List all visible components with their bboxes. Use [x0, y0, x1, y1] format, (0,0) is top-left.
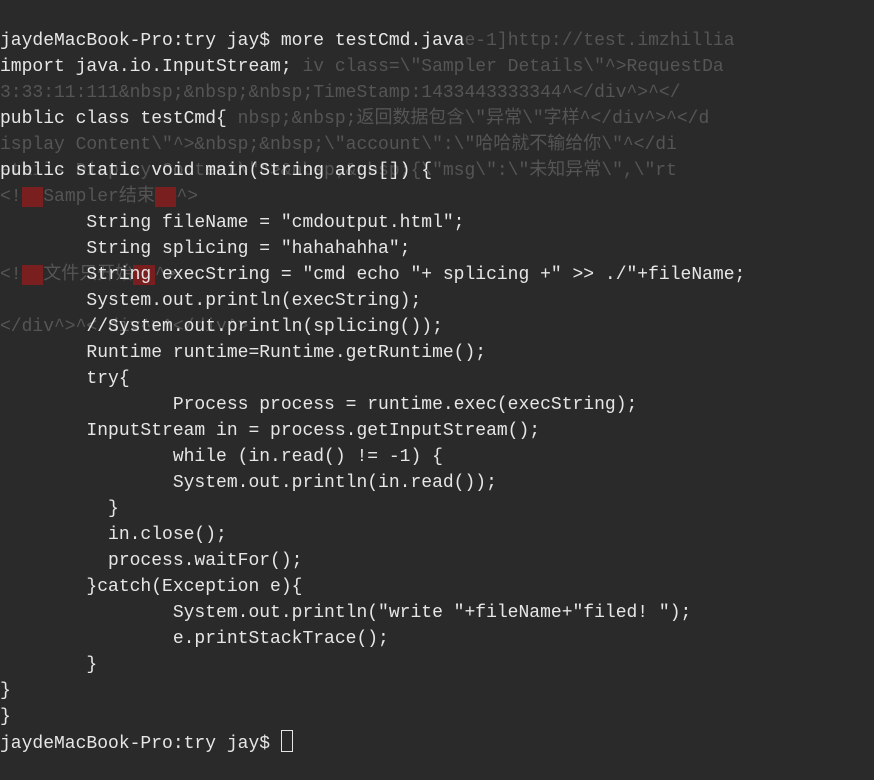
code-line: System.out.println(in.read());: [0, 473, 497, 493]
code-line: String execString = "cmd echo "+ splicin…: [0, 265, 745, 285]
code-line: }: [0, 655, 97, 675]
code-line: }: [0, 707, 11, 727]
code-line: }: [0, 681, 11, 701]
code-line: String fileName = "cmdoutput.html";: [0, 213, 464, 233]
terminal-prompt: jaydeMacBook-Pro:try jay$: [0, 734, 281, 754]
code-line: e.printStackTrace();: [0, 629, 389, 649]
code-line: System.out.println("write "+fileName+"fi…: [0, 603, 691, 623]
code-line: public static void main(String args[]) {: [0, 161, 432, 181]
code-line: try{: [0, 369, 130, 389]
code-line: while (in.read() != -1) {: [0, 447, 443, 467]
code-line: System.out.println(execString);: [0, 291, 421, 311]
code-line: in.close();: [0, 525, 227, 545]
terminal-output[interactable]: jaydeMacBook-Pro:try jay$ more testCmd.j…: [0, 0, 874, 780]
code-line: import java.io.InputStream;: [0, 57, 292, 77]
code-line: }: [0, 499, 119, 519]
code-line: }catch(Exception e){: [0, 577, 302, 597]
code-line: InputStream in = process.getInputStream(…: [0, 421, 540, 441]
code-line: public class testCmd{: [0, 109, 227, 129]
code-line: process.waitFor();: [0, 551, 302, 571]
code-line: Process process = runtime.exec(execStrin…: [0, 395, 637, 415]
code-line: //System.out.println(splicing());: [0, 317, 443, 337]
code-line: Runtime runtime=Runtime.getRuntime();: [0, 343, 486, 363]
terminal-prompt-line[interactable]: jaydeMacBook-Pro:try jay$: [0, 734, 293, 754]
code-line: String splicing = "hahahahha";: [0, 239, 410, 259]
terminal-prompt-line: jaydeMacBook-Pro:try jay$ more testCmd.j…: [0, 31, 464, 51]
cursor-icon: [281, 730, 293, 752]
